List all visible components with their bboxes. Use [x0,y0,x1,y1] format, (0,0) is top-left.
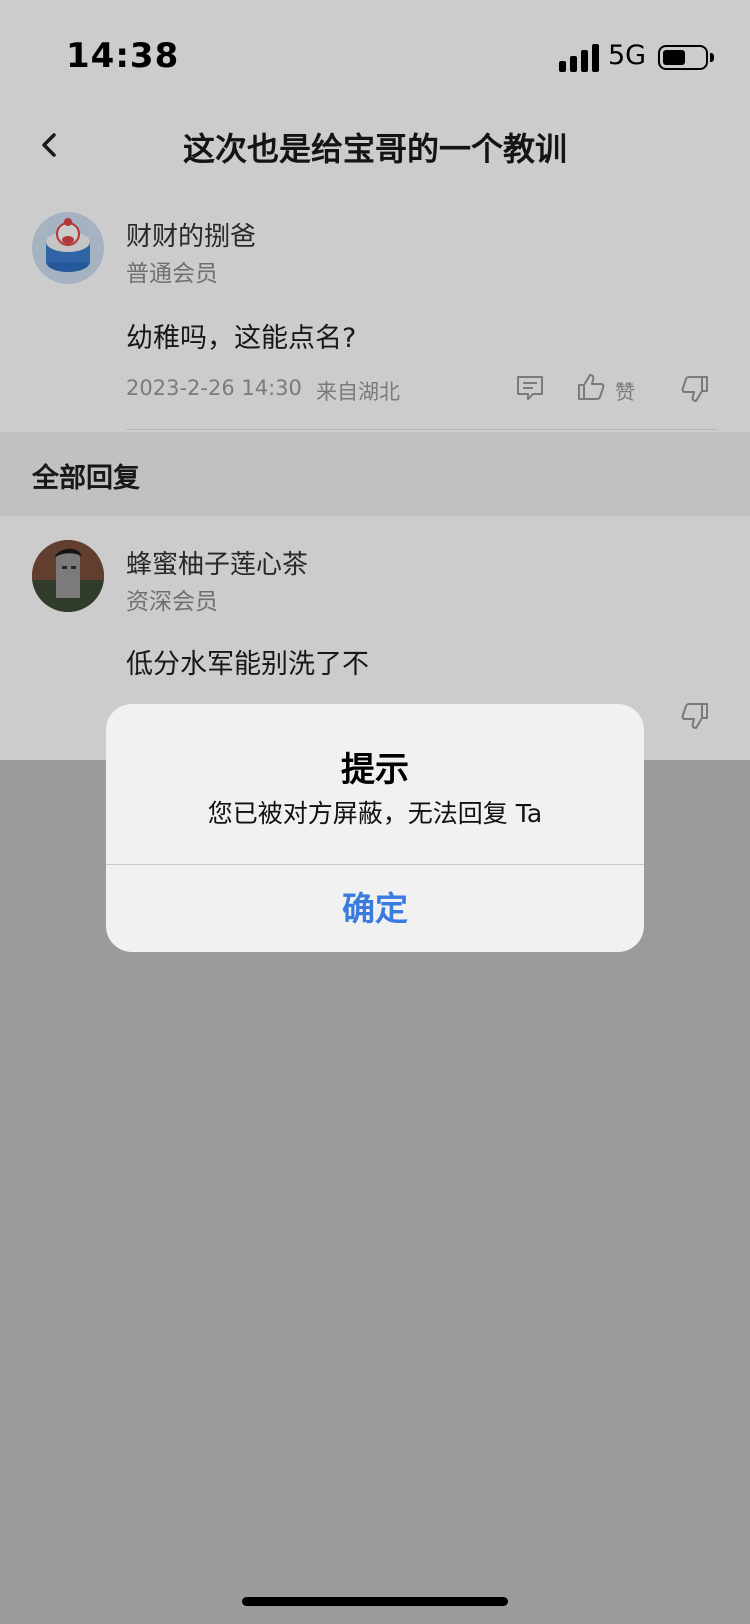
dialog-title: 提示 [341,750,409,790]
dialog-message: 您已被对方屏蔽，无法回复 Ta [207,799,543,828]
confirm-button[interactable]: 确定 [106,865,644,952]
alert-dialog: 提示 您已被对方屏蔽，无法回复 Ta 确定 [106,704,644,952]
home-indicator[interactable] [242,1597,508,1606]
